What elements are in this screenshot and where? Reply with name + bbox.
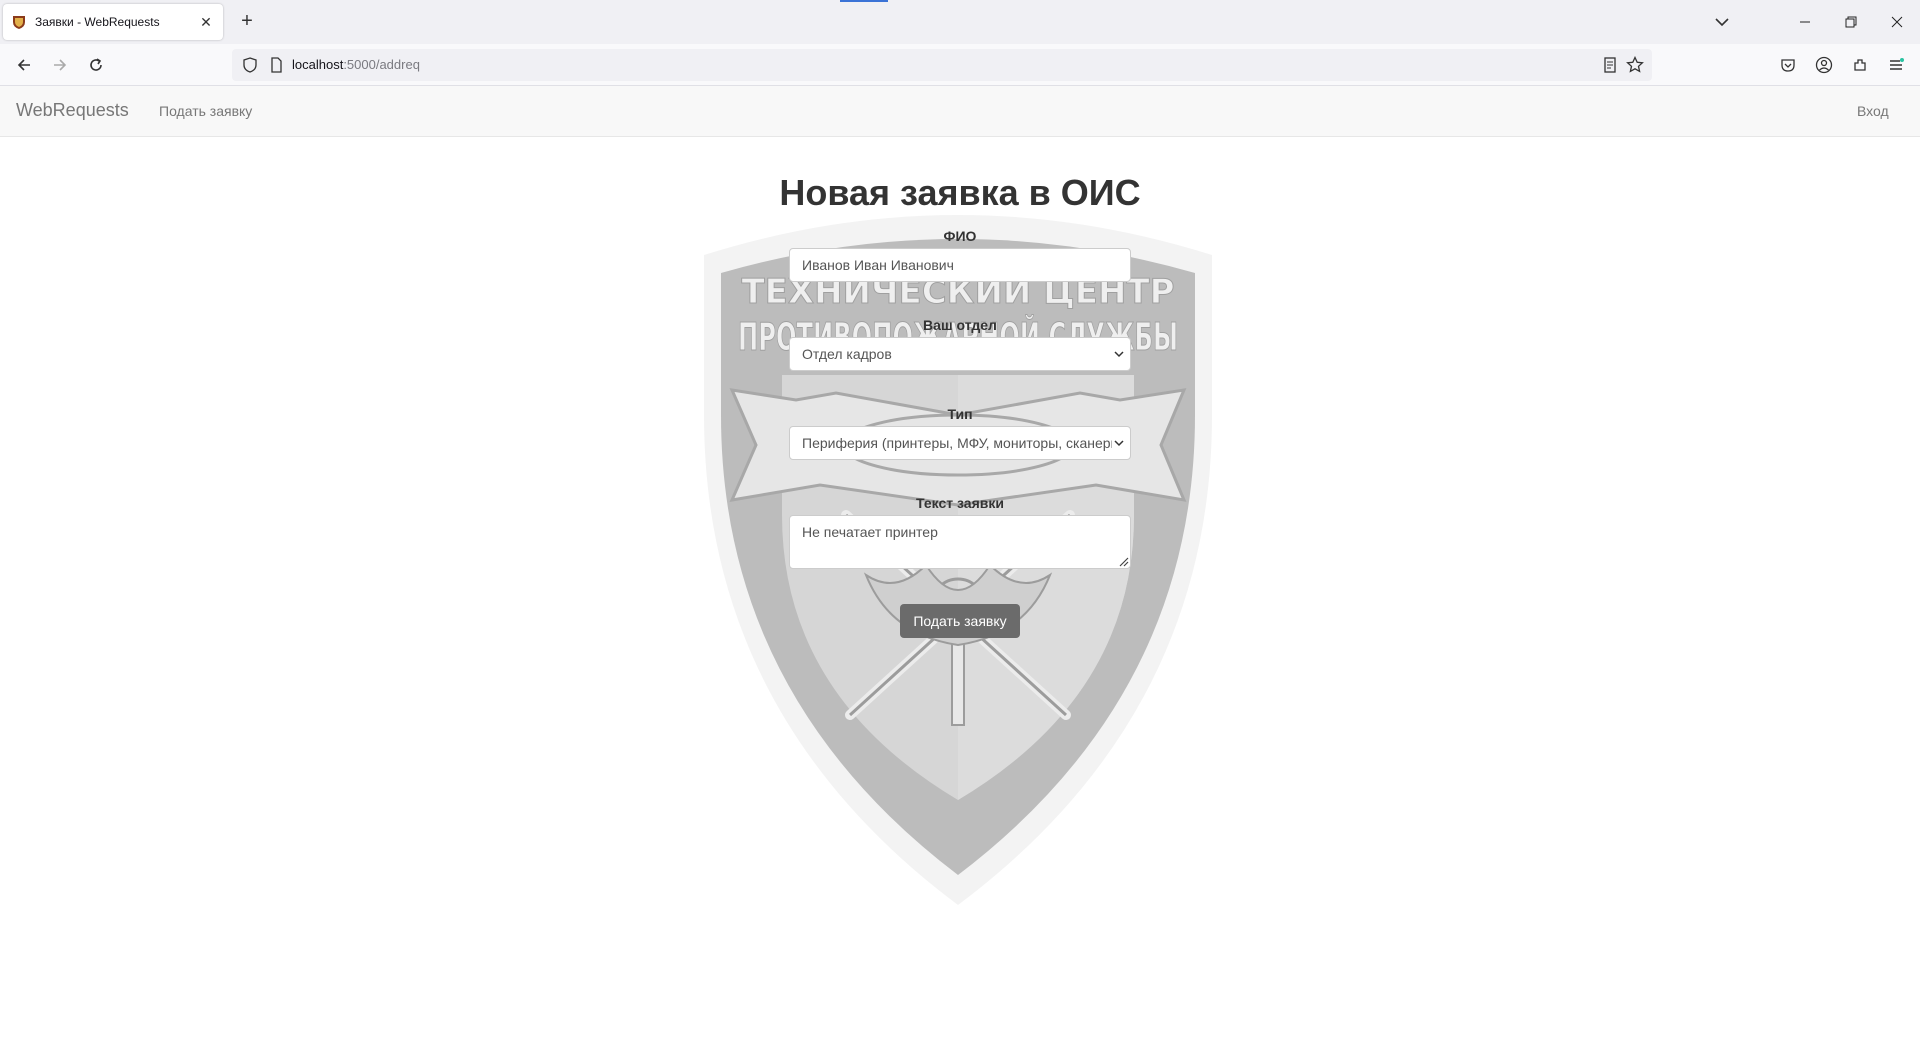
chevron-down-icon xyxy=(1112,338,1126,370)
tab-indicator xyxy=(840,0,888,2)
brand-link[interactable]: WebRequests xyxy=(16,100,129,121)
back-icon[interactable] xyxy=(12,53,36,77)
forward-icon[interactable] xyxy=(48,53,72,77)
extensions-icon[interactable] xyxy=(1848,53,1872,77)
window-controls xyxy=(1782,0,1920,44)
account-icon[interactable] xyxy=(1812,53,1836,77)
tab-title: Заявки - WebRequests xyxy=(35,15,160,29)
shield-favicon-icon xyxy=(13,16,25,29)
dept-label: Ваш отдел xyxy=(923,317,997,333)
restore-icon[interactable] xyxy=(1828,0,1874,44)
request-form: ФИО Иванов Иван Иванович Ваш отдел Отдел… xyxy=(789,226,1131,569)
submit-request-button[interactable]: Подать заявку xyxy=(900,604,1020,638)
browser-toolbar: localhost:5000/addreq xyxy=(0,44,1920,86)
text-label: Текст заявки xyxy=(916,495,1004,511)
nav-submit-request-link[interactable]: Подать заявку xyxy=(159,103,252,119)
fio-label: ФИО xyxy=(943,228,977,244)
site-navbar: WebRequests Подать заявку Вход xyxy=(0,86,1920,137)
url-bar[interactable]: localhost:5000/addreq xyxy=(232,49,1652,81)
type-label: Тип xyxy=(947,406,973,422)
new-tab-icon[interactable]: + xyxy=(236,11,258,33)
page-info-icon[interactable] xyxy=(268,57,284,73)
dept-select[interactable]: Отдел кадров xyxy=(789,337,1131,371)
pocket-icon[interactable] xyxy=(1776,53,1800,77)
nav-login-link[interactable]: Вход xyxy=(1857,103,1889,119)
fio-input[interactable]: Иванов Иван Иванович xyxy=(789,248,1131,282)
reload-icon[interactable] xyxy=(84,53,108,77)
request-text-area[interactable]: Не печатает принтер xyxy=(789,515,1131,569)
page-title: Новая заявка в ОИС xyxy=(779,172,1141,213)
menu-icon[interactable] xyxy=(1884,53,1908,77)
url-text[interactable]: localhost:5000/addreq xyxy=(292,57,420,72)
reader-view-icon[interactable] xyxy=(1602,57,1618,73)
browser-tab[interactable]: Заявки - WebRequests ✕ xyxy=(3,4,223,40)
browser-tab-bar: Заявки - WebRequests ✕ + xyxy=(0,0,1920,44)
tracking-shield-icon[interactable] xyxy=(242,57,258,73)
close-window-icon[interactable] xyxy=(1874,0,1920,44)
bookmark-star-icon[interactable] xyxy=(1626,56,1644,74)
tab-close-icon[interactable]: ✕ xyxy=(197,14,215,31)
resize-grip-icon[interactable] xyxy=(1117,555,1129,567)
chevron-down-icon[interactable] xyxy=(1710,11,1734,33)
chevron-down-icon xyxy=(1112,427,1126,459)
type-select[interactable]: Периферия (принтеры, МФУ, мониторы, скан… xyxy=(789,426,1131,460)
minimize-icon[interactable] xyxy=(1782,0,1828,44)
